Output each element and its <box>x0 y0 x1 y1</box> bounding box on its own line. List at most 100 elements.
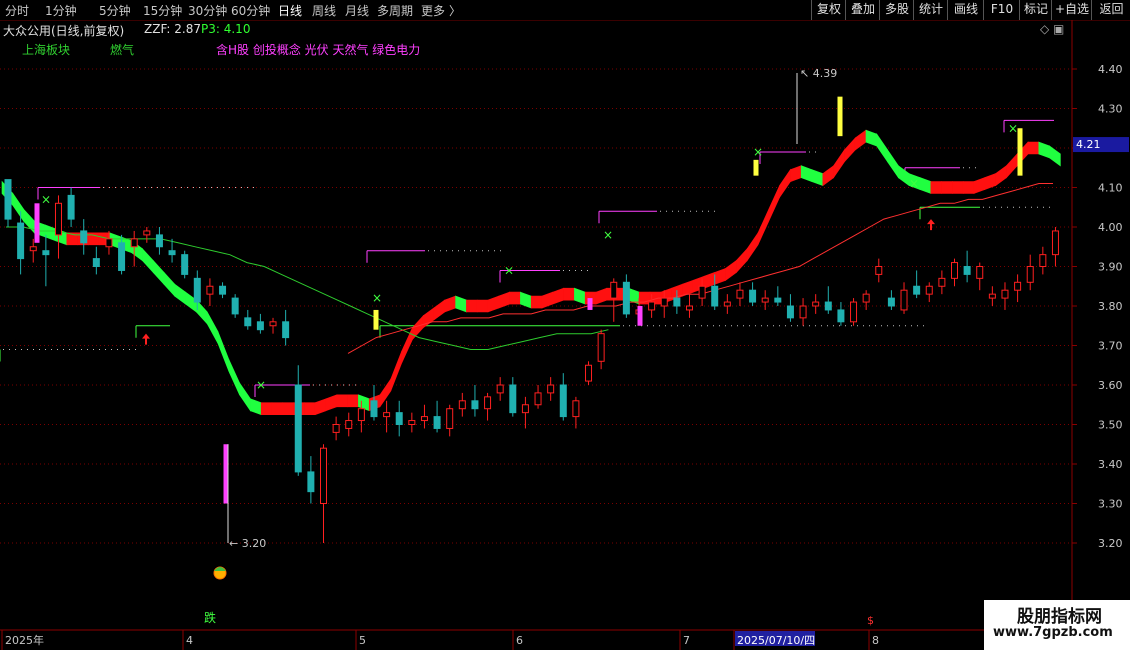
draw-line-button[interactable]: 画线 <box>947 0 984 20</box>
highlight-candle <box>373 309 379 330</box>
x-tick-label: 2025/07/10/四 <box>737 634 815 647</box>
period-tab-5min[interactable]: 5分钟 <box>99 2 131 19</box>
period-tab-daily[interactable]: 日线 <box>278 2 302 19</box>
candles <box>4 179 1059 543</box>
sell-signal-x: × <box>753 145 763 159</box>
ma-ribbon-segment <box>325 394 338 412</box>
adjust-button[interactable]: 复权 <box>811 0 846 20</box>
candle-body <box>54 202 62 236</box>
ma-ribbon-segment <box>44 224 57 242</box>
ma-ribbon-segment <box>552 287 564 305</box>
ma-ribbon <box>1 129 1061 416</box>
y-tick-label: 4.00 <box>1098 221 1123 234</box>
ma-ribbon-segment <box>844 137 856 163</box>
candle-body <box>332 424 340 433</box>
candle-body <box>231 297 239 315</box>
ma-ribbon-segment <box>973 177 986 194</box>
candle-body <box>622 281 630 315</box>
candle-body <box>875 266 883 275</box>
ma-ribbon-segment <box>898 165 910 187</box>
period-tab-more[interactable]: 更多 <box>421 2 445 19</box>
y-tick-label: 4.40 <box>1098 63 1123 76</box>
period-tab-15min[interactable]: 15分钟 <box>143 2 182 19</box>
ma-ribbon-segment <box>12 192 24 223</box>
candle-body <box>572 400 580 418</box>
x-tick-label: 5 <box>359 634 366 647</box>
candle-body <box>559 384 567 418</box>
x-tick-label: 7 <box>683 634 690 647</box>
ma-ribbon-segment <box>984 173 996 190</box>
candle-body <box>420 416 428 422</box>
candle-body <box>534 392 542 406</box>
period-tab-1min[interactable]: 1分钟 <box>45 2 77 19</box>
ma-ribbon-segment <box>779 168 791 199</box>
period-tab-30min[interactable]: 30分钟 <box>188 2 227 19</box>
sell-signal-x: × <box>909 177 919 191</box>
candle-body <box>446 408 454 429</box>
candle-body <box>711 285 719 307</box>
overlay-button[interactable]: 叠加 <box>845 0 880 20</box>
candle-body <box>320 447 327 505</box>
candle-body <box>976 266 984 279</box>
ma-ribbon-segment <box>595 287 608 305</box>
ma-ribbon-segment <box>811 169 824 187</box>
candle-body <box>850 301 858 323</box>
x-tick-label: 8 <box>872 634 879 647</box>
candlestick-chart[interactable]: ××××××××↖ 4.39← 3.20$ 4.404.304.204.104.… <box>0 20 1130 650</box>
candle-body <box>774 297 782 303</box>
ma-ribbon-segment <box>1027 141 1040 155</box>
ma-ribbon-segment <box>541 291 554 309</box>
candle-body <box>357 408 365 422</box>
candle-body <box>143 230 151 236</box>
candle-body <box>105 238 113 248</box>
chevron-right-icon[interactable]: 〉 <box>449 2 461 19</box>
ma-ribbon-segment <box>142 247 154 274</box>
ma-ribbon-segment <box>876 133 888 163</box>
candle-body <box>585 364 593 382</box>
y-tick-label: 3.30 <box>1098 498 1123 511</box>
y-tick-label: 3.40 <box>1098 458 1123 471</box>
ma-ribbon-segment <box>239 381 251 412</box>
candle-body <box>408 420 416 425</box>
mark-button[interactable]: 标记 <box>1019 0 1052 20</box>
period-tab-monthly[interactable]: 月线 <box>345 2 369 19</box>
statistics-button[interactable]: 统计 <box>913 0 948 20</box>
candle-body <box>610 281 618 299</box>
ma-ribbon-segment <box>250 398 262 416</box>
candle-body <box>395 412 403 425</box>
f10-button[interactable]: F10 <box>983 0 1020 20</box>
candle-body <box>547 384 555 394</box>
candle-body <box>887 297 895 307</box>
period-tab-60min[interactable]: 60分钟 <box>231 2 270 19</box>
candle-body <box>370 400 378 418</box>
candle-body <box>484 396 492 410</box>
candle-body <box>67 194 75 220</box>
ma-ribbon-segment <box>714 267 726 285</box>
candle-body <box>80 230 88 244</box>
sell-signal-x: × <box>256 378 266 392</box>
period-tab-intraday[interactable]: 分时 <box>5 2 29 19</box>
sell-signal-x: × <box>1008 121 1018 135</box>
ma-ribbon-segment <box>941 181 953 194</box>
period-tab-weekly[interactable]: 周线 <box>312 2 336 19</box>
ma-ribbon-segment <box>768 185 780 222</box>
y-tick-label: 3.90 <box>1098 261 1123 274</box>
candle-body <box>118 242 126 271</box>
highlight-candle <box>587 298 593 310</box>
candle-body <box>749 289 757 303</box>
ma-ribbon-segment <box>174 283 186 305</box>
ma-ribbon-segment <box>952 181 964 194</box>
candle-body <box>963 266 971 275</box>
back-button[interactable]: 返回 <box>1091 0 1130 20</box>
low-price-annotation: ← 3.20 <box>229 537 266 550</box>
period-tab-multi[interactable]: 多周期 <box>377 2 413 19</box>
sell-signal-x: × <box>372 291 382 305</box>
highlight-candle <box>637 306 643 326</box>
ma-ribbon-segment <box>790 165 802 183</box>
ma-ribbon-segment <box>833 148 845 179</box>
add-watchlist-button[interactable]: +自选 <box>1051 0 1092 20</box>
candle-body <box>1039 254 1047 267</box>
y-tick-label: 3.20 <box>1098 537 1123 550</box>
multi-stock-button[interactable]: 多股 <box>879 0 914 20</box>
ma-ribbon-segment <box>163 271 176 297</box>
